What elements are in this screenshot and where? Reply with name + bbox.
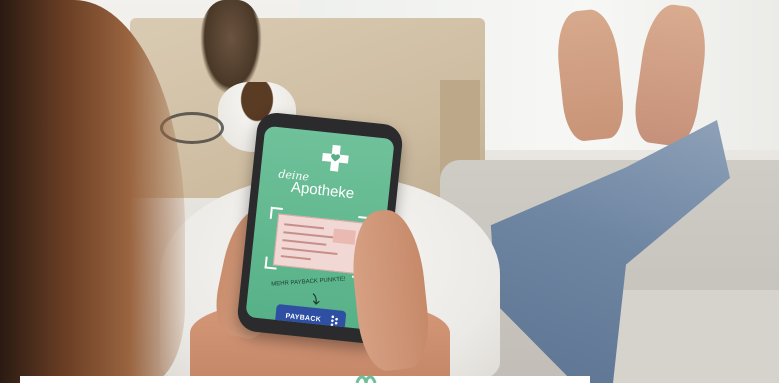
arrow-down-icon xyxy=(309,291,324,306)
brand-name: Apotheke xyxy=(290,178,356,203)
promo-text: MEHR PAYBACK PUNKTE! xyxy=(271,276,346,288)
photo-scene: deine Apotheke MEHR PAYBACK PUNKTE! PAYB… xyxy=(0,0,779,383)
payback-dots-icon xyxy=(330,315,338,327)
prescription-image xyxy=(272,213,364,275)
logo-fragment-icon xyxy=(355,375,377,383)
payback-button[interactable]: PAYBACK xyxy=(274,303,347,331)
cross-heart-icon xyxy=(319,142,352,175)
payback-label: PAYBACK xyxy=(285,312,322,324)
plant-decor xyxy=(200,0,262,95)
bottom-strip xyxy=(20,376,590,383)
